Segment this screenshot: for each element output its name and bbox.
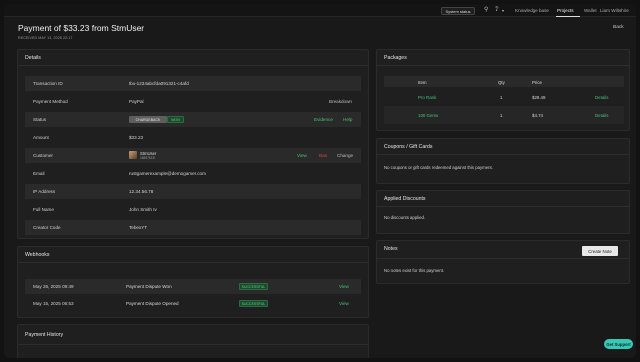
notes-empty-text: No notes exist for this payment. [384, 268, 445, 273]
details-title: Details [25, 55, 41, 61]
webhook-event: Payment Dispute Won [126, 284, 172, 289]
detail-row-transaction-id: Transaction ID tbx-1234abcfda091321-c4af… [25, 76, 361, 91]
discounts-title: Applied Discounts [384, 196, 426, 202]
received-date: RECEIVED MAY 13, 2025 22:17 [18, 36, 73, 40]
webhook-status-badge: SUCCESSFUL [239, 300, 268, 307]
details-header: Details [18, 50, 368, 66]
detail-row-customer: Customer StmUser 16857613I View Ban Chan… [25, 148, 361, 163]
webhooks-panel: Webhooks May 26, 2025 09:49 Payment Disp… [17, 246, 369, 318]
detail-row-email: Email rustgamerexample@demogamer.com [25, 166, 361, 181]
discounts-header: Applied Discounts [377, 191, 629, 207]
package-details-link[interactable]: Details [595, 113, 608, 118]
help-icon[interactable]: ❔︎ [495, 6, 499, 14]
create-note-button[interactable]: Create Note [582, 246, 618, 256]
transaction-id-value: tbx-1234abcfda091321-c4afd [129, 81, 189, 86]
discounts-panel: Applied Discounts No discounts applied. [376, 190, 630, 234]
notes-header: Notes Create Note [377, 241, 629, 259]
amount-value: $33.23 [129, 135, 144, 140]
notes-title: Notes [384, 246, 398, 252]
detail-row-amount: Amount $33.23 [25, 130, 361, 145]
detail-label: Creator Code [33, 225, 61, 230]
package-price: $4.74 [532, 113, 543, 118]
system-status-button[interactable]: System status [441, 7, 475, 15]
search-icon[interactable]: ⚲ [484, 6, 488, 14]
full-name-value: John Smith Iv [129, 207, 157, 212]
detail-label: Amount [33, 135, 49, 140]
nav-knowledge-base[interactable]: Knowledge base [515, 8, 549, 13]
nav-projects[interactable]: Projects [557, 8, 574, 13]
packages-panel: Packages Item Qty Price Pro Rank 1 $28.4… [376, 49, 630, 131]
package-qty: 1 [500, 113, 503, 118]
app-window: System status ⚲ ❔︎ ▾ Knowledge base Proj… [4, 4, 636, 358]
chargeback-badge: CHARGEBACK [129, 116, 167, 123]
col-qty: Qty [498, 80, 505, 85]
webhook-row: May 15, 2025 06:53 Payment Dispute Opene… [25, 296, 361, 311]
active-tab-indicator [556, 16, 580, 17]
package-qty: 1 [500, 95, 503, 100]
payment-method-value: PayPal [129, 99, 144, 104]
back-link[interactable]: Back [613, 25, 624, 30]
customer-change-link[interactable]: Change [337, 153, 353, 158]
coupons-empty-text: No coupons or gift cards redeemed agains… [384, 165, 493, 170]
col-price: Price [532, 80, 543, 85]
webhook-date: May 26, 2025 09:49 [33, 284, 74, 289]
detail-label: Customer [33, 153, 53, 158]
detail-row-payment-method: Payment Method PayPal Breakdown [25, 94, 361, 109]
detail-row-full-name: Full Name John Smith Iv [25, 202, 361, 217]
payment-history-panel: Payment History [17, 324, 369, 358]
webhook-event: Payment Dispute Opened [126, 301, 179, 306]
coupons-panel: Coupons / Gift Cards No coupons or gift … [376, 138, 630, 184]
notes-panel: Notes Create Note No notes exist for thi… [376, 240, 630, 284]
webhooks-header: Webhooks [18, 247, 368, 263]
col-item: Item [418, 80, 427, 85]
packages-title: Packages [384, 55, 407, 61]
coupons-title: Coupons / Gift Cards [384, 144, 433, 150]
package-price: $28.49 [532, 95, 546, 100]
won-badge: WON [167, 116, 184, 123]
webhook-date: May 15, 2025 06:53 [33, 301, 74, 306]
detail-row-creator-code: Creator Code TebexYT [25, 220, 361, 235]
detail-row-status: Status CHARGEBACK WON Evidence Help [25, 112, 361, 127]
detail-label: IP Address [33, 189, 56, 194]
top-nav: System status ⚲ ❔︎ ▾ Knowledge base Proj… [4, 4, 636, 17]
detail-label: Full Name [33, 207, 54, 212]
payment-history-header: Payment History [18, 325, 368, 345]
package-name-link[interactable]: Pro Rank [418, 95, 436, 100]
email-value: rustgamerexample@demogamer.com [129, 171, 206, 176]
nav-wallet[interactable]: Wallet [584, 8, 597, 13]
detail-label: Email [33, 171, 45, 176]
customer-view-link[interactable]: View [297, 153, 307, 158]
breakdown-link[interactable]: Breakdown [329, 99, 352, 104]
page-title: Payment of $33.23 from StmUser [18, 23, 145, 33]
coupons-header: Coupons / Gift Cards [377, 139, 629, 155]
detail-label: Transaction ID [33, 81, 63, 86]
get-support-button[interactable]: Get Support [604, 339, 633, 349]
detail-row-ip-address: IP Address 12.34.56.78 [25, 184, 361, 199]
payment-history-title: Payment History [25, 332, 64, 338]
webhook-view-link[interactable]: View [339, 301, 349, 306]
details-panel: Details Transaction ID tbx-1234abcfda091… [17, 49, 369, 239]
detail-label: Status [33, 117, 47, 122]
customer-ban-link[interactable]: Ban [319, 153, 327, 158]
package-name-link[interactable]: 100 Gems [418, 113, 438, 118]
packages-header: Packages [377, 50, 629, 66]
webhooks-title: Webhooks [25, 252, 50, 258]
creator-code-value: TebexYT [129, 225, 148, 230]
detail-label: Payment Method [33, 99, 68, 104]
package-row: Pro Rank 1 $28.49 Details [384, 88, 624, 106]
ip-address-value: 12.34.56.78 [129, 189, 154, 194]
package-row: 100 Gems 1 $4.74 Details [384, 106, 624, 124]
chevron-down-icon[interactable]: ▾ [502, 7, 504, 15]
package-details-link[interactable]: Details [595, 95, 608, 100]
nav-user-menu[interactable]: Liam Wiltshire [600, 8, 629, 13]
customer-avatar [129, 151, 137, 159]
webhook-row: May 26, 2025 09:49 Payment Dispute Won S… [25, 279, 361, 294]
help-link[interactable]: Help [343, 117, 352, 122]
packages-table-header: Item Qty Price [384, 76, 624, 87]
webhook-status-badge: SUCCESSFUL [239, 283, 268, 290]
evidence-link[interactable]: Evidence [314, 117, 333, 122]
webhook-view-link[interactable]: View [339, 284, 349, 289]
discounts-empty-text: No discounts applied. [384, 215, 426, 220]
customer-id: 16857613I [140, 156, 156, 160]
